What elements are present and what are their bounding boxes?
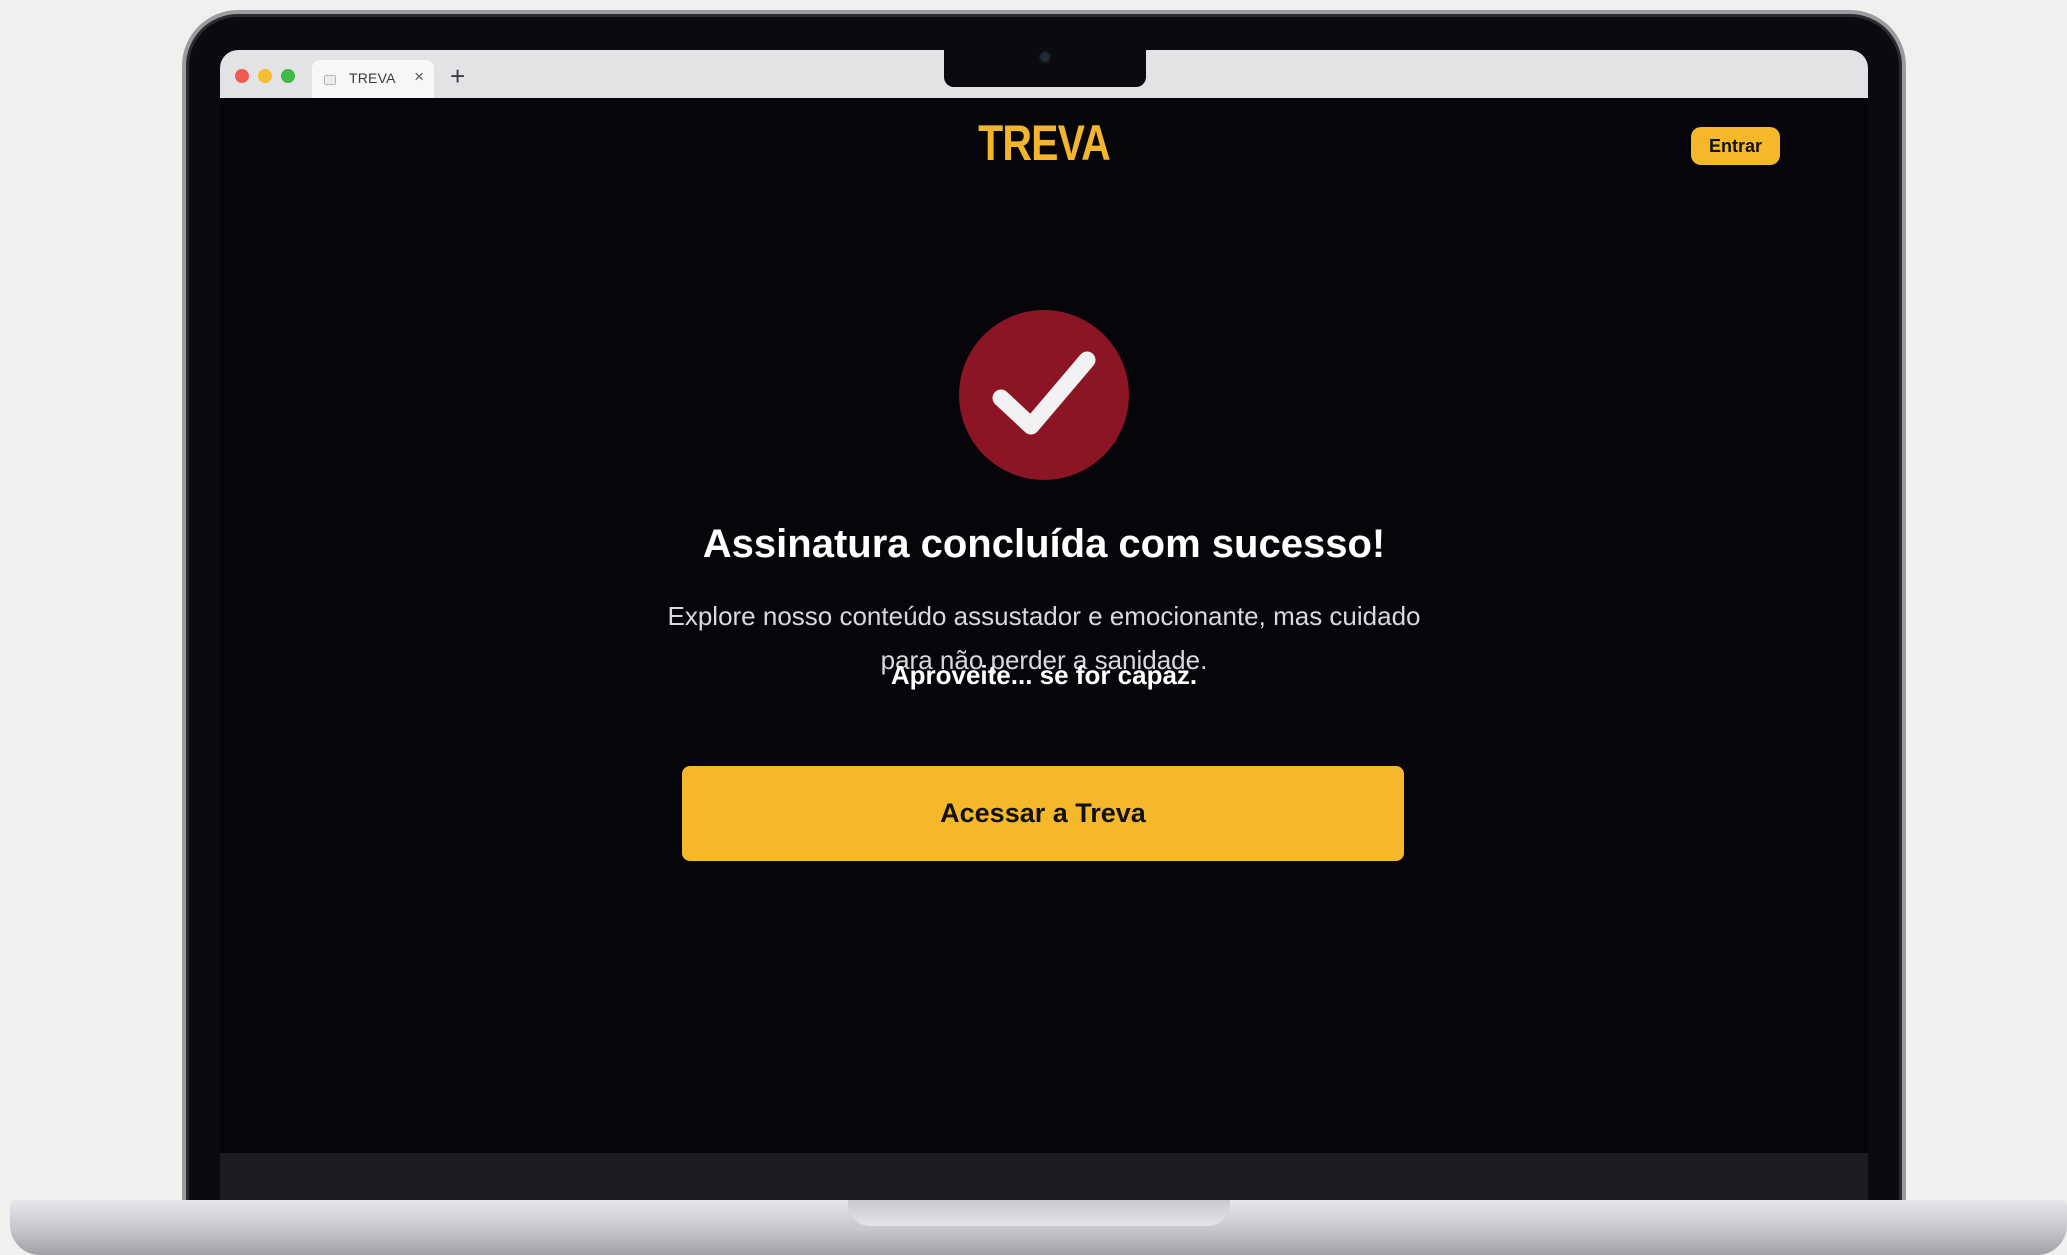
success-tagline: Aproveite... se for capaz.	[890, 660, 1198, 690]
browser-tab[interactable]: TREVA ×	[312, 60, 434, 98]
tab-title: TREVA	[349, 70, 396, 86]
laptop-screen: TREVA × + TREVA Entrar Assinatura conclu…	[220, 50, 1868, 1200]
success-badge	[959, 310, 1129, 480]
access-treva-button[interactable]: Acessar a Treva	[682, 766, 1404, 861]
minimize-window-button[interactable]	[258, 69, 272, 83]
new-tab-button[interactable]: +	[450, 63, 465, 89]
close-window-button[interactable]	[235, 69, 249, 83]
laptop-hinge-notch	[848, 1200, 1230, 1226]
close-tab-icon[interactable]: ×	[414, 67, 424, 87]
success-title: Assinatura concluída com sucesso!	[702, 522, 1386, 566]
browser-chrome: TREVA × +	[220, 50, 1868, 98]
screen-bottom-bezel	[220, 1153, 1868, 1200]
login-button[interactable]: Entrar	[1691, 127, 1780, 165]
camera-notch	[944, 50, 1146, 87]
check-icon	[992, 351, 1096, 435]
page-icon	[324, 75, 336, 85]
stage: TREVA × + TREVA Entrar Assinatura conclu…	[0, 0, 2067, 1255]
camera-icon	[1040, 52, 1050, 62]
treva-logo[interactable]: TREVA	[368, 114, 1719, 172]
maximize-window-button[interactable]	[281, 69, 295, 83]
